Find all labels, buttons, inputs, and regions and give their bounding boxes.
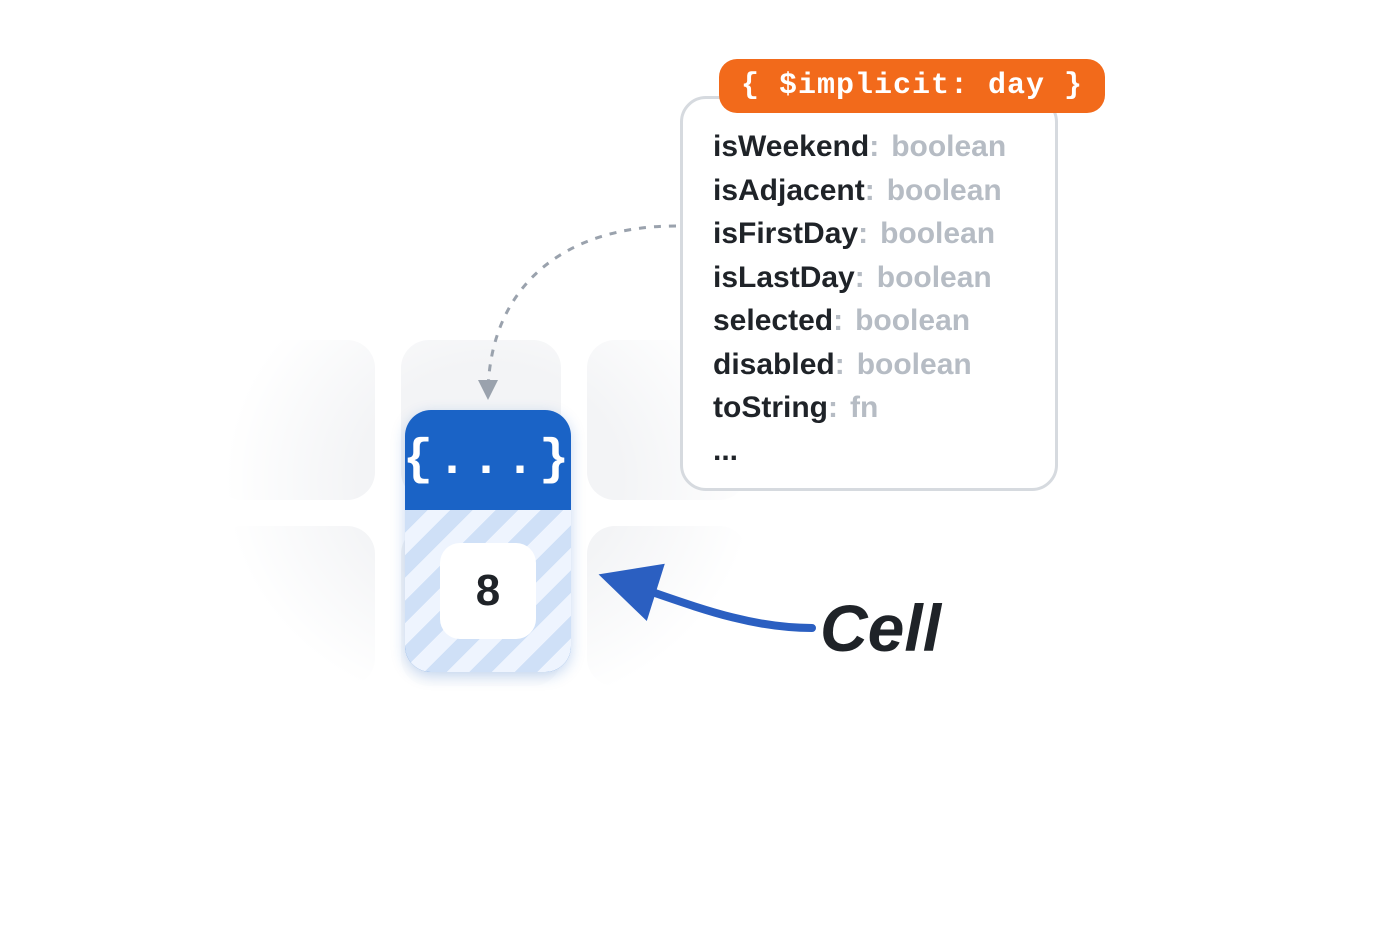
property-type: fn <box>840 386 878 430</box>
property-row: isAdjacent:boolean <box>713 169 1025 213</box>
property-separator: : <box>828 386 840 430</box>
property-row: isFirstDay:boolean <box>713 212 1025 256</box>
grid-cell <box>215 712 375 872</box>
property-key: isAdjacent <box>713 169 865 213</box>
property-row: toString:fn <box>713 386 1025 430</box>
grid-cell <box>215 526 375 686</box>
hero-context-glyph: {...} <box>405 410 571 510</box>
property-row: isWeekend:boolean <box>713 125 1025 169</box>
property-separator: : <box>835 343 847 387</box>
property-type: boolean <box>845 299 970 343</box>
property-row: selected:boolean <box>713 299 1025 343</box>
cell-annotation-label: Cell <box>820 590 941 666</box>
property-separator: : <box>858 212 870 256</box>
property-key: isLastDay <box>713 256 855 300</box>
hero-day-number: 8 <box>440 543 536 639</box>
context-ellipsis: ... <box>713 430 1025 468</box>
grid-cell <box>401 712 561 872</box>
diagram-stage: {...} 8 { $implicit: day } isWeekend:boo… <box>0 0 1400 944</box>
property-row: disabled:boolean <box>713 343 1025 387</box>
property-separator: : <box>865 169 877 213</box>
context-properties-list: isWeekend:booleanisAdjacent:booleanisFir… <box>713 125 1025 430</box>
context-card-badge: { $implicit: day } <box>719 59 1105 113</box>
property-key: selected <box>713 299 833 343</box>
property-type: boolean <box>881 125 1006 169</box>
property-type: boolean <box>870 212 995 256</box>
context-card: { $implicit: day } isWeekend:booleanisAd… <box>680 96 1058 491</box>
property-type: boolean <box>847 343 972 387</box>
property-type: boolean <box>867 256 992 300</box>
property-type: boolean <box>877 169 1002 213</box>
property-key: disabled <box>713 343 835 387</box>
hero-cell: {...} 8 <box>405 410 571 672</box>
property-row: isLastDay:boolean <box>713 256 1025 300</box>
property-key: isFirstDay <box>713 212 858 256</box>
property-key: isWeekend <box>713 125 869 169</box>
property-separator: : <box>855 256 867 300</box>
property-separator: : <box>869 125 881 169</box>
hero-cell-slot: 8 <box>405 510 571 672</box>
property-key: toString <box>713 386 828 430</box>
grid-cell <box>587 526 747 686</box>
grid-cell <box>215 340 375 500</box>
property-separator: : <box>833 299 845 343</box>
grid-cell <box>587 712 747 872</box>
